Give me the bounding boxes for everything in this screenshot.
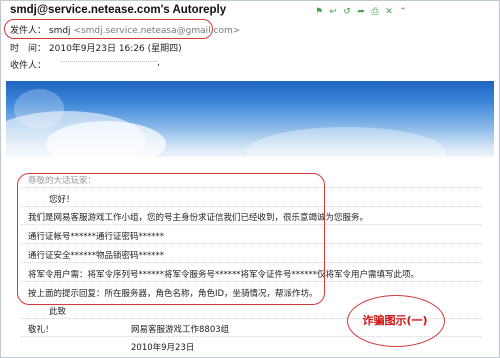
to-row: 收件人： , xyxy=(10,58,160,71)
reply-all-icon[interactable]: ↺ xyxy=(341,6,353,18)
email-banner-image xyxy=(6,81,494,157)
email-subject: smdj@service.netease.com's Autoreply xyxy=(10,4,227,16)
collapse-icon[interactable]: ⌃ xyxy=(397,6,409,18)
time-row: 时 间： 2010年9月23日 16:26 (星期四) xyxy=(10,41,182,54)
reply-icon[interactable]: ↩ xyxy=(327,6,339,18)
to-value: , xyxy=(157,58,160,68)
print-icon[interactable]: ⎙ xyxy=(369,6,381,18)
sender-highlight-oval xyxy=(4,19,213,39)
date-text: 2010年9月23日 xyxy=(131,343,195,353)
time-label: 时 间： xyxy=(10,44,47,54)
flag-icon[interactable]: ⚑ xyxy=(313,6,325,18)
request-highlight-box xyxy=(17,173,325,305)
fraud-annotation-label: 诈骗图示(一) xyxy=(362,314,428,327)
signature-text: 网易客服游戏工作8803组 xyxy=(131,325,230,335)
forward-icon[interactable]: ➦ xyxy=(355,6,367,18)
to-label: 收件人： xyxy=(10,61,47,71)
recipient-redacted xyxy=(61,61,157,62)
email-header: smdj@service.netease.com's Autoreply ⚑ ↩… xyxy=(1,1,499,73)
email-window: smdj@service.netease.com's Autoreply ⚑ ↩… xyxy=(0,0,500,358)
delete-icon[interactable]: ✕ xyxy=(383,6,395,18)
time-value: 2010年9月23日 16:26 (星期四) xyxy=(48,44,182,54)
